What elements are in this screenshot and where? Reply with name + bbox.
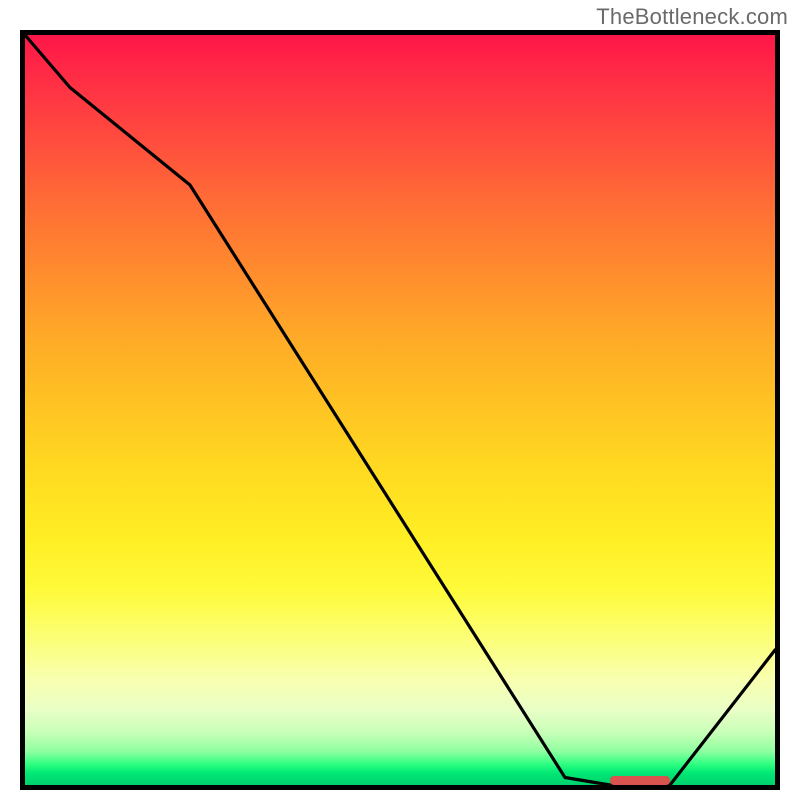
watermark-text: TheBottleneck.com [596,4,788,30]
plot-container [20,30,780,790]
bottleneck-curve [20,30,780,790]
curve-path [25,35,775,785]
optimal-range-marker [610,776,670,785]
chart-stage: TheBottleneck.com [0,0,800,800]
